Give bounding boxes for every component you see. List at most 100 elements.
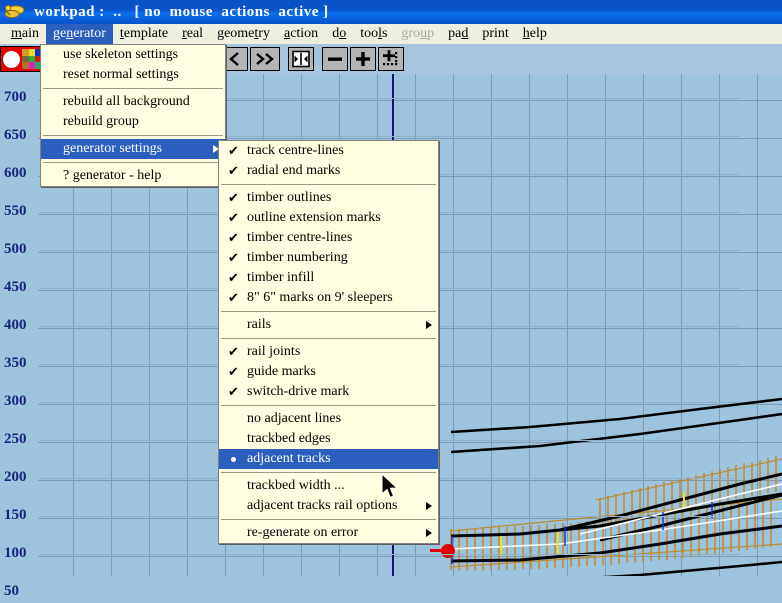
ruler-tick-label: 400 [4,317,27,333]
menu-item-label: no adjacent lines [247,411,342,426]
menu-action[interactable]: action [277,24,325,44]
menu-item-label: radial end marks [247,163,341,178]
menu-item-label: ? generator - help [63,168,162,183]
ruler-tick-label: 350 [4,355,27,371]
generator-settings-menu-item-16[interactable]: no adjacent lines [219,409,438,429]
ruler-tick-label: 100 [4,545,27,561]
generator-settings-menu-item-21[interactable]: adjacent tracks rail options [219,496,438,516]
check-icon: ✔ [228,163,239,178]
menu-help[interactable]: help [516,24,554,44]
ruler-tick: 50 [0,583,60,603]
ruler-tick-label: 550 [4,203,27,219]
menu-real[interactable]: real [175,24,210,44]
ruler-tick: 250 [0,431,60,451]
menu-separator [43,135,223,136]
menu-item-label: rails [247,317,272,332]
generator-settings-menu-item-3[interactable]: ✔ timber outlines [219,188,438,208]
menu-separator [43,162,223,163]
generator-settings-menu-item-14[interactable]: ✔ switch-drive mark [219,382,438,402]
generator-menu[interactable]: use skeleton settings reset normal settin… [40,44,226,187]
menu-item-label: trackbed edges [247,431,331,446]
menu-group: group [401,26,435,41]
submenu-arrow-icon [426,321,432,329]
ruler-tick: 150 [0,507,60,527]
check-icon: ✔ [228,190,239,205]
check-icon: ✔ [228,384,239,399]
window-title: workpad : .. [ no mouse actions active ] [34,3,329,20]
generator-menu-item-3[interactable]: rebuild all background [41,92,225,112]
templot-logo-icon [4,2,26,22]
generator-settings-menu-item-17[interactable]: trackbed edges [219,429,438,449]
menu-print[interactable]: print [475,24,515,44]
menu-item-label: 8" 6" marks on 9' sleepers [247,290,393,305]
generator-settings-menu-item-7[interactable]: ✔ timber infill [219,268,438,288]
fit-width-button[interactable] [288,47,314,71]
ruler-tick: 450 [0,279,60,299]
menu-item-label: rail joints [247,344,301,359]
generator-settings-menu-item-18[interactable]: adjacent tracks [219,449,438,469]
menu-bar: main generator template real geometry ac… [0,24,782,45]
generator-menu-item-1[interactable]: reset normal settings [41,65,225,85]
ruler-tick-label: 500 [4,241,27,257]
next-button[interactable] [250,47,280,71]
menu-pad[interactable]: pad [441,24,475,44]
menu-item-label: use skeleton settings [63,47,179,62]
palette-grid-icon [22,49,42,69]
menu-item-label: timber numbering [247,250,348,265]
ruler-tick: 350 [0,355,60,375]
menu-generator[interactable]: generator [46,24,113,44]
ruler-tick: 300 [0,393,60,413]
generator-menu-item-4[interactable]: rebuild group [41,112,225,132]
menu-do[interactable]: do [325,24,353,44]
generator-settings-menu-item-13[interactable]: ✔ guide marks [219,362,438,382]
generator-settings-menu-item-4[interactable]: ✔ outline extension marks [219,208,438,228]
menu-item-label: adjacent tracks rail options [247,498,398,513]
menu-separator [221,405,436,406]
ruler-tick: 500 [0,241,60,261]
ruler-tick-label: 600 [4,165,27,181]
check-icon: ✔ [228,364,239,379]
menu-geometry[interactable]: geometry [210,24,277,44]
generator-menu-item-0[interactable]: use skeleton settings [41,45,225,65]
check-icon: ✔ [228,143,239,158]
generator-settings-menu-item-1[interactable]: ✔ radial end marks [219,161,438,181]
menu-separator [221,519,436,520]
generator-settings-menu-item-0[interactable]: ✔ track centre-lines [219,141,438,161]
generator-settings-menu-item-12[interactable]: ✔ rail joints [219,342,438,362]
generator-settings-menu-item-8[interactable]: ✔ 8" 6" marks on 9' sleepers [219,288,438,308]
mouse-pointer [381,472,401,501]
zoom-in-button[interactable] [350,47,376,71]
ruler-tick: 550 [0,203,60,223]
menu-template[interactable]: template [113,24,175,44]
check-icon: ✔ [228,344,239,359]
ruler-tick-label: 700 [4,89,27,105]
menu-item-label: reset normal settings [63,67,179,82]
menu-tools[interactable]: tools [353,24,394,44]
menu-item-label: re-generate on error [247,525,359,540]
menu-item-label: timber infill [247,270,315,285]
menu-separator [221,311,436,312]
white-circle-icon [3,50,20,68]
generator-menu-item-6[interactable]: generator settings [41,139,225,159]
generator-settings-menu-item-6[interactable]: ✔ timber numbering [219,248,438,268]
check-icon: ✔ [228,250,239,265]
generator-settings-menu-item-23[interactable]: re-generate on error [219,523,438,543]
menu-item-label: outline extension marks [247,210,381,225]
ruler-tick-label: 50 [4,583,19,599]
generator-settings-menu-item-10[interactable]: rails [219,315,438,335]
generator-settings-menu-item-5[interactable]: ✔ timber centre-lines [219,228,438,248]
submenu-arrow-icon [426,502,432,510]
generator-menu-item-8[interactable]: ? generator - help [41,166,225,186]
menu-main[interactable]: main [4,24,46,44]
ruler-tick-label: 150 [4,507,27,523]
menu-item-label: generator settings [63,141,163,156]
ruler-tick: 100 [0,545,60,565]
zoom-select-button[interactable] [378,47,404,71]
check-icon: ✔ [228,210,239,225]
ruler-tick-label: 650 [4,127,27,143]
menu-item-label: track centre-lines [247,143,344,158]
generator-settings-menu-item-20[interactable]: trackbed width ... [219,476,438,496]
zoom-out-button[interactable] [322,47,348,71]
generator-settings-menu[interactable]: ✔ track centre-lines ✔ radial end marks ✔ tim… [218,140,439,544]
ruler-tick-label: 200 [4,469,27,485]
